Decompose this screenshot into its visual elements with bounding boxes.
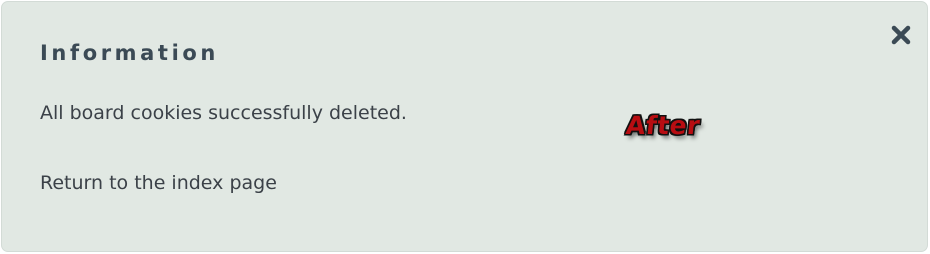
close-icon <box>891 25 911 45</box>
status-message: All board cookies successfully deleted. <box>40 102 407 124</box>
return-to-index-link[interactable]: Return to the index page <box>40 169 277 197</box>
after-overlay-label: After <box>624 111 702 140</box>
panel-title: Information <box>40 41 219 65</box>
information-panel: Information All board cookies successful… <box>1 1 928 252</box>
close-button[interactable] <box>887 21 915 49</box>
